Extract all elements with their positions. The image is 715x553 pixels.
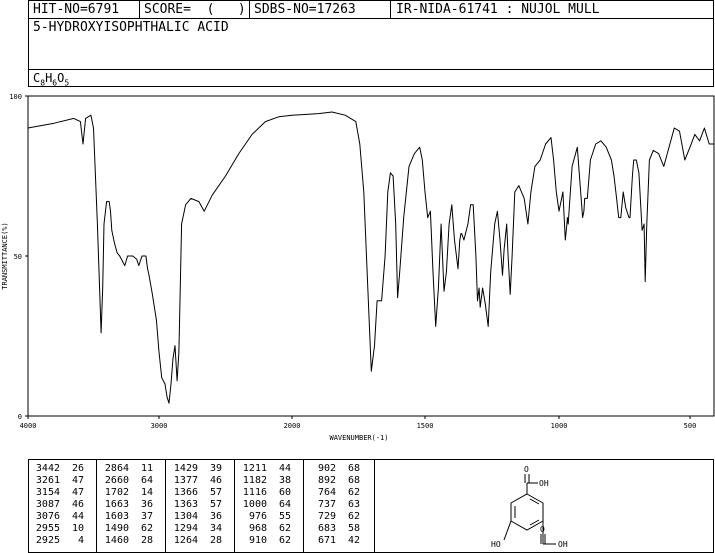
peak-transmittance: 34 [209,523,222,534]
x-tick-label: 2000 [284,422,301,430]
peak-transmittance: 38 [278,475,291,486]
peak-transmittance: 64 [278,499,291,510]
peak-wavenumber: 1363 [173,499,198,510]
peak-transmittance: 58 [347,523,360,534]
x-tick-label: 3000 [151,422,168,430]
peak-transmittance: 57 [209,487,222,498]
x-tick-label: 1500 [417,422,434,430]
peak-wavenumber: 968 [248,523,267,534]
peak-transmittance: 11 [140,463,153,474]
peak-wavenumber: 683 [317,523,336,534]
peak-transmittance: 60 [278,487,291,498]
peak-wavenumber: 1460 [104,535,129,546]
peak-wavenumber: 3442 [35,463,60,474]
spectrum-line [27,111,714,404]
peak-wavenumber: 1294 [173,523,198,534]
peak-wavenumber: 3261 [35,475,60,486]
peak-wavenumber: 729 [317,511,336,522]
peak-transmittance: 63 [347,499,360,510]
peak-wavenumber: 2955 [35,523,60,534]
peak-transmittance: 28 [140,535,153,546]
peak-wavenumber: 3076 [35,511,60,522]
bottom-o-label: O [540,525,545,534]
peak-table-column-separator [165,459,166,553]
peak-table: 3442 26 3261 47 3154 47 3087 46 3076 44 2955 10 2925… [28,459,374,553]
peak-wavenumber: 902 [317,463,336,474]
peak-wavenumber: 764 [317,487,336,498]
peak-wavenumber: 1211 [242,463,267,474]
peak-transmittance: 10 [71,523,84,534]
peak-transmittance: 62 [347,511,360,522]
ir-spectrum-chart: 4000 3000 2000 1500 1000 500 0 50 100 WAVENUMBER… [1,93,715,442]
peak-wavenumber: 892 [317,475,336,486]
x-axis-label: WAVENUMBER(-1) [329,434,388,442]
peak-transmittance: 62 [347,487,360,498]
ho-label: HO [491,540,501,549]
peak-wavenumber: 1429 [173,463,198,474]
peak-transmittance: 62 [278,523,291,534]
peak-transmittance: 14 [140,487,153,498]
y-axis-label: TRANSMITTANCE(%) [1,222,9,289]
ho-bond [503,520,512,541]
peak-transmittance: 36 [140,499,153,510]
peak-wavenumber: 1702 [104,487,129,498]
peak-transmittance: 55 [278,511,291,522]
peak-transmittance: 57 [209,499,222,510]
peak-wavenumber: 1377 [173,475,198,486]
y-tick-label: 50 [14,253,22,261]
peak-transmittance: 39 [209,463,222,474]
peak-wavenumber: 1116 [242,487,267,498]
peak-transmittance: 64 [140,475,153,486]
peak-table-column-separator [303,459,304,553]
peak-wavenumber: 1000 [242,499,267,510]
peak-transmittance: 47 [71,487,84,498]
peak-wavenumber: 1663 [104,499,129,510]
peak-transmittance: 68 [347,463,360,474]
top-oh-label: OH [539,479,549,488]
peak-transmittance: 37 [140,511,153,522]
peak-wavenumber: 910 [248,535,267,546]
peak-wavenumber: 1304 [173,511,198,522]
peak-wavenumber: 1182 [242,475,267,486]
peak-transmittance: 44 [71,511,84,522]
peak-transmittance: 62 [278,535,291,546]
structure-diagram: O OH O OH HO [491,465,568,549]
x-tick-label: 500 [684,422,697,430]
peak-wavenumber: 1264 [173,535,198,546]
peak-transmittance: 46 [71,499,84,510]
peak-wavenumber: 3154 [35,487,60,498]
peak-table-column-separator [96,459,97,553]
peak-wavenumber: 737 [317,499,336,510]
peak-transmittance: 47 [71,475,84,486]
benzene-ring [510,493,544,531]
peak-wavenumber: 1490 [104,523,129,534]
peak-transmittance: 26 [71,463,84,474]
peak-wavenumber: 1603 [104,511,129,522]
x-tick-label: 4000 [20,422,37,430]
x-tick-label: 1000 [551,422,568,430]
peak-wavenumber: 2660 [104,475,129,486]
peak-wavenumber: 2925 [35,535,60,546]
peak-transmittance: 28 [209,535,222,546]
y-tick-label: 0 [18,413,22,421]
peak-transmittance: 44 [278,463,291,474]
y-tick-label: 100 [9,93,22,101]
peak-transmittance: 36 [209,511,222,522]
peak-transmittance: 46 [209,475,222,486]
axis-group: 4000 3000 2000 1500 1000 500 0 50 100 [9,93,696,430]
top-o-label: O [524,465,529,474]
peak-table-column-separator [234,459,235,553]
peak-transmittance: 68 [347,475,360,486]
peak-transmittance: 4 [77,535,84,546]
peak-transmittance: 62 [140,523,153,534]
peak-wavenumber: 671 [317,535,336,546]
bottom-oh-label: OH [558,540,568,549]
peak-wavenumber: 2864 [104,463,129,474]
peak-wavenumber: 3087 [35,499,60,510]
peak-transmittance: 42 [347,535,360,546]
peak-wavenumber: 976 [248,511,267,522]
peak-wavenumber: 1366 [173,487,198,498]
